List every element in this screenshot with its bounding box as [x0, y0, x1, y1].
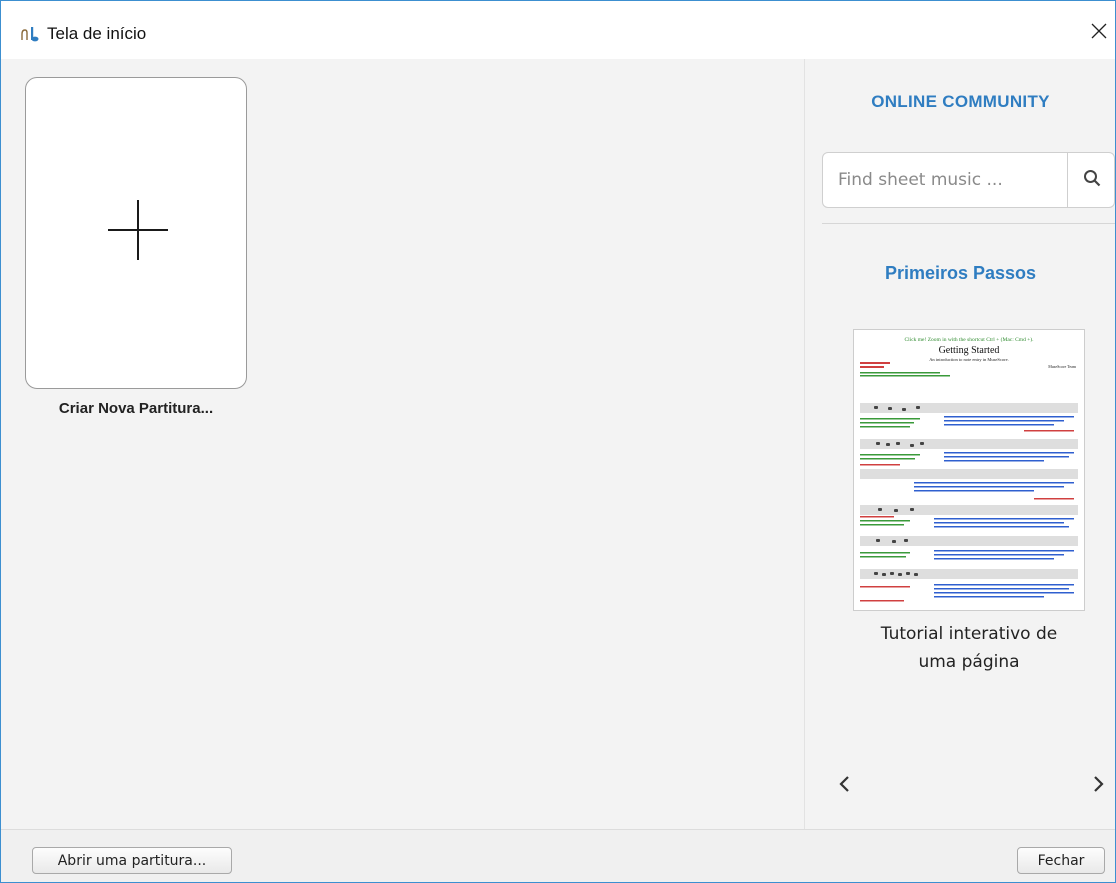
thumb-subtitle: An introduction to note entry in MuseSco…: [929, 357, 1009, 362]
scores-area: Criar Nova Partitura...: [1, 59, 804, 829]
previous-button[interactable]: [831, 773, 857, 799]
thumb-header: Click me! Zoom in with the shortcut Ctrl…: [904, 336, 1034, 343]
tutorial-caption-line2: uma página: [918, 652, 1020, 672]
close-dialog-button[interactable]: Fechar: [1017, 847, 1105, 874]
window-title: Tela de início: [47, 24, 147, 43]
tutorial-caption-line1: Tutorial interativo de: [880, 624, 1058, 644]
title-bar: Tela de início: [1, 1, 1115, 59]
tutorial-sheet-preview: Click me! Zoom in with the shortcut Ctrl…: [860, 336, 1078, 602]
search-box: [822, 152, 1115, 208]
new-score-label[interactable]: Criar Nova Partitura...: [25, 400, 247, 417]
search-icon: [1083, 169, 1101, 192]
community-title: ONLINE COMMUNITY: [871, 92, 1050, 111]
tutorial-caption[interactable]: Tutorial interativo de uma página: [825, 620, 1113, 676]
search-button[interactable]: [1067, 153, 1115, 207]
tutorial-thumbnail[interactable]: Click me! Zoom in with the shortcut Ctrl…: [853, 329, 1085, 611]
close-icon: [1091, 23, 1107, 44]
search-input[interactable]: [824, 154, 1064, 206]
musescore-app-icon: [21, 25, 41, 43]
sidebar-divider: [822, 223, 1115, 224]
plus-icon: [108, 200, 168, 260]
getting-started-title: Primeiros Passos: [884, 263, 1037, 283]
thumb-title: Getting Started: [939, 345, 1000, 356]
close-button[interactable]: [1083, 15, 1115, 51]
new-score-card[interactable]: [25, 77, 247, 389]
footer-bar: Abrir uma partitura... Fechar: [1, 829, 1115, 882]
start-center-window: Tela de início Criar Nova Partitura... O…: [0, 0, 1116, 883]
online-community-panel: ONLINE COMMUNITY Primeiros Passos Click …: [804, 59, 1115, 829]
thumb-composer: MuseScore Team: [1048, 364, 1077, 369]
chevron-left-icon: [838, 775, 850, 798]
chevron-right-icon: [1093, 775, 1105, 798]
open-score-button[interactable]: Abrir uma partitura...: [32, 847, 232, 874]
next-button[interactable]: [1086, 773, 1112, 799]
